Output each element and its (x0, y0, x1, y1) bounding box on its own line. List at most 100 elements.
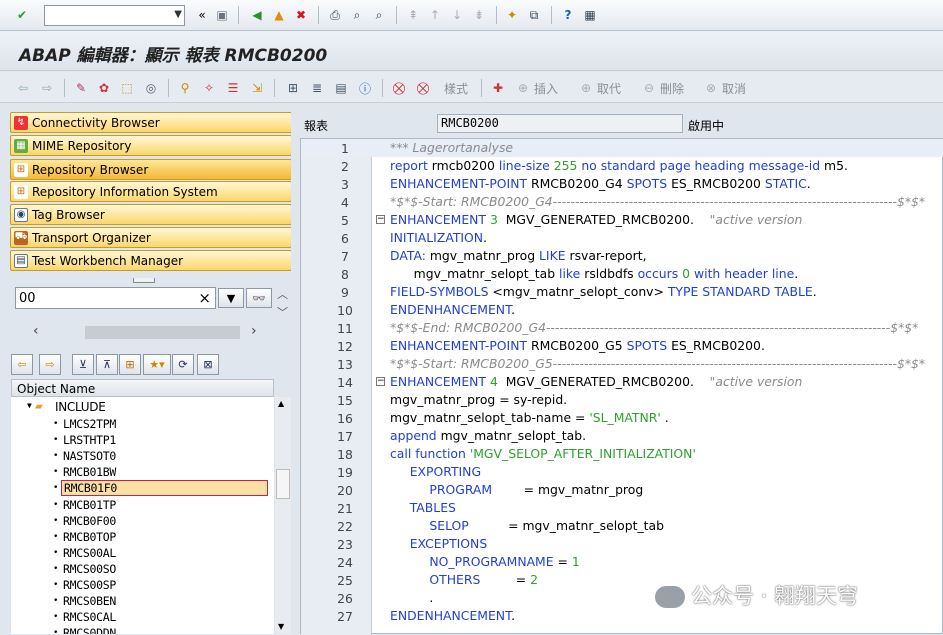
info-icon[interactable]: ⓘ (356, 79, 374, 97)
undo-icon[interactable]: ⊗ (702, 79, 720, 97)
tree-item[interactable]: • LMCS2TPM (11, 416, 274, 432)
code-line[interactable]: 1 *** Lagerortanalyse (301, 139, 943, 157)
code-line[interactable]: 10 ENDENHANCEMENT. (301, 301, 943, 319)
breakpoint-session-icon[interactable]: ⛒ (414, 79, 432, 97)
code-line[interactable]: 24 NO_PROGRAMNAME = 1 (301, 553, 943, 571)
scroll-right-icon[interactable]: › (251, 323, 257, 339)
forward-arrow-icon[interactable]: ⇨ (38, 79, 56, 97)
fold-toggle-icon[interactable]: − (376, 215, 385, 224)
horizontal-scrollbar[interactable]: ‹ › (15, 323, 275, 341)
code-line[interactable]: 18 call function 'MGV_SELOP_AFTER_INITIAL… (301, 445, 943, 463)
delete-button[interactable]: 刪除 (660, 80, 684, 97)
cancel-icon[interactable]: ✖ (292, 6, 310, 24)
code-line[interactable]: 4 *$*$-Start: RMCB0200_G4----------------… (301, 193, 943, 211)
command-field[interactable]: ▼ (44, 5, 185, 26)
scroll-down-icon[interactable]: ▼ (278, 622, 284, 631)
close-window-icon[interactable]: ⊠ (197, 354, 219, 375)
code-line[interactable]: 21 TABLES (301, 499, 943, 517)
refresh-icon[interactable]: ⟳ (172, 354, 194, 375)
tree-item[interactable]: • RMCS0CAL (11, 609, 274, 625)
code-line[interactable]: 15 mgv_matnr_prog = sy-repid. (301, 391, 943, 409)
code-line[interactable]: 9 FIELD-SYMBOLS <mgv_matnr_selopt_conv> T… (301, 283, 943, 301)
code-line[interactable]: 23 EXCEPTIONS (301, 535, 943, 553)
tree-item[interactable]: • RMCS00SO (11, 561, 274, 577)
back-icon[interactable]: ◀ (248, 6, 266, 24)
last-page-icon[interactable]: ⇟ (470, 6, 488, 24)
forward-icon[interactable]: ⇨ (39, 354, 61, 375)
delete-icon[interactable]: ⊖ (640, 79, 658, 97)
cancel-button[interactable]: 取消 (722, 80, 746, 97)
other-object-icon[interactable]: ✿ (95, 79, 113, 97)
code-line[interactable]: 20 PROGRAM = mgv_matnr_prog (301, 481, 943, 499)
scroll-down-icon[interactable]: ﹀ (277, 304, 288, 320)
dropdown-button[interactable]: ▼ (218, 288, 244, 308)
code-line[interactable]: 12 ENHANCEMENT-POINT RMCB0200_G5 SPOTS ES… (301, 337, 943, 355)
code-line[interactable]: 7 DATA: mgv_matnr_prog LIKE rsvar-report, (301, 247, 943, 265)
tree-vertical-scrollbar[interactable]: ▲ ▼ (275, 397, 291, 634)
shortcut-icon[interactable]: ⧉ (525, 6, 543, 24)
replace-button[interactable]: 取代 (597, 80, 621, 97)
resize-grip[interactable] (133, 278, 155, 283)
tree-item[interactable]: • RMCS00SP (11, 577, 274, 593)
pane-splitter[interactable] (291, 104, 299, 634)
scroll-thumb[interactable] (276, 469, 290, 499)
insert-icon[interactable]: ⊕ (514, 79, 532, 97)
back-icon[interactable]: ⇦ (11, 354, 33, 375)
tree-item[interactable]: • RMCS0BEN (11, 593, 274, 609)
collapse-icon[interactable]: ⊻ (72, 354, 94, 375)
collapse-triangle-icon[interactable]: ▼ (27, 401, 32, 410)
tree-item[interactable]: • RMCB01BW (11, 464, 274, 480)
fold-toggle-icon[interactable]: − (376, 377, 385, 386)
tree-item[interactable]: • RMCB0F00 (11, 513, 274, 529)
code-line[interactable]: 19 EXPORTING (301, 463, 943, 481)
nav-repository-information-system[interactable]: ⊞ Repository Information System (10, 181, 292, 202)
tree-item[interactable]: • LRSTHTP1 (11, 432, 274, 448)
object-list-icon[interactable]: ☰ (224, 79, 242, 97)
nav-test-workbench-manager[interactable]: ▤ Test Workbench Manager (10, 250, 292, 271)
code-line[interactable]: 17 append mgv_matnr_selopt_tab. (301, 427, 943, 445)
where-used-icon[interactable]: ⚲ (176, 79, 194, 97)
first-page-icon[interactable]: ⇞ (404, 6, 422, 24)
print-icon[interactable]: ⎙ (326, 6, 344, 24)
code-line[interactable]: 2 report rmcb0200 line-size 255 no standa… (301, 157, 943, 175)
tree-column-header[interactable]: Object Name (11, 379, 274, 397)
find-icon[interactable]: ⌕ (348, 6, 366, 24)
stack-icon[interactable]: ≣ (308, 79, 326, 97)
display-change-icon[interactable]: ✎ (72, 79, 90, 97)
nav-mime-repository[interactable]: ▦ MIME Repository (10, 135, 292, 156)
code-line[interactable]: 16 mgv_matnr_selopt_tab-name = 'SL_MATNR'… (301, 409, 943, 427)
help-icon[interactable]: ? (559, 6, 577, 24)
code-line[interactable]: 6 INITIALIZATION. (301, 229, 943, 247)
object-name-input[interactable]: 00 × (15, 287, 216, 309)
code-line[interactable]: 8 mgv_matnr_selopt_tab like rsldbdfs occ… (301, 265, 943, 283)
navigation-window-icon[interactable]: ⇲ (248, 79, 266, 97)
tree-item[interactable]: • NASTSOT0 (11, 448, 274, 464)
code-line[interactable]: 5 − ENHANCEMENT 3 MGV_GENERATED_RMCB0200. … (301, 211, 943, 229)
code-line[interactable]: 22 SELOP = mgv_matnr_selopt_tab (301, 517, 943, 535)
style-button[interactable]: 樣式 (444, 80, 468, 97)
tree-item[interactable]: • RMCB01F0 (11, 480, 274, 497)
scroll-left-icon[interactable]: ‹ (33, 323, 39, 339)
double-chevron-left-icon[interactable]: « (193, 6, 211, 24)
display-button[interactable]: 👓 (246, 288, 272, 308)
replace-icon[interactable]: ⊕ (577, 79, 595, 97)
insert-button[interactable]: 插入 (534, 80, 558, 97)
exit-icon[interactable]: ▲ (270, 6, 288, 24)
tree-item[interactable]: • RMCS00AL (11, 545, 274, 561)
code-line[interactable]: 13 *$*$-Start: RMCB0200_G5---------------… (301, 355, 943, 373)
scroll-thumb[interactable] (85, 326, 240, 339)
tree-item[interactable]: • RMCB01TP (11, 497, 274, 513)
scroll-up-icon[interactable]: ︿ (277, 286, 288, 302)
breakpoint-icon[interactable]: ⛒ (390, 79, 408, 97)
scroll-up-icon[interactable]: ▲ (278, 399, 284, 408)
code-editor[interactable]: 1 *** Lagerortanalyse 2 report rmcb0200 lin… (300, 138, 943, 635)
enhance-icon[interactable]: ✚ (489, 79, 507, 97)
tree-item[interactable]: • RMCB0TOP (11, 529, 274, 545)
code-line[interactable]: 3 ENHANCEMENT-POINT RMCB0200_G4 SPOTS ES_… (301, 175, 943, 193)
tree-folder-row[interactable]: ▼ ▰ INCLUDE (11, 399, 274, 415)
nav-transport-organizer[interactable]: ⛟ Transport Organizer (10, 227, 292, 248)
layout-menu-icon[interactable]: ▦ (581, 6, 599, 24)
magic-wand-icon[interactable]: ✧ (200, 79, 218, 97)
code-line[interactable]: 14 − ENHANCEMENT 4 MGV_GENERATED_RMCB0200.… (301, 373, 943, 391)
nav-repository-browser[interactable]: ⊞ Repository Browser (10, 159, 292, 180)
